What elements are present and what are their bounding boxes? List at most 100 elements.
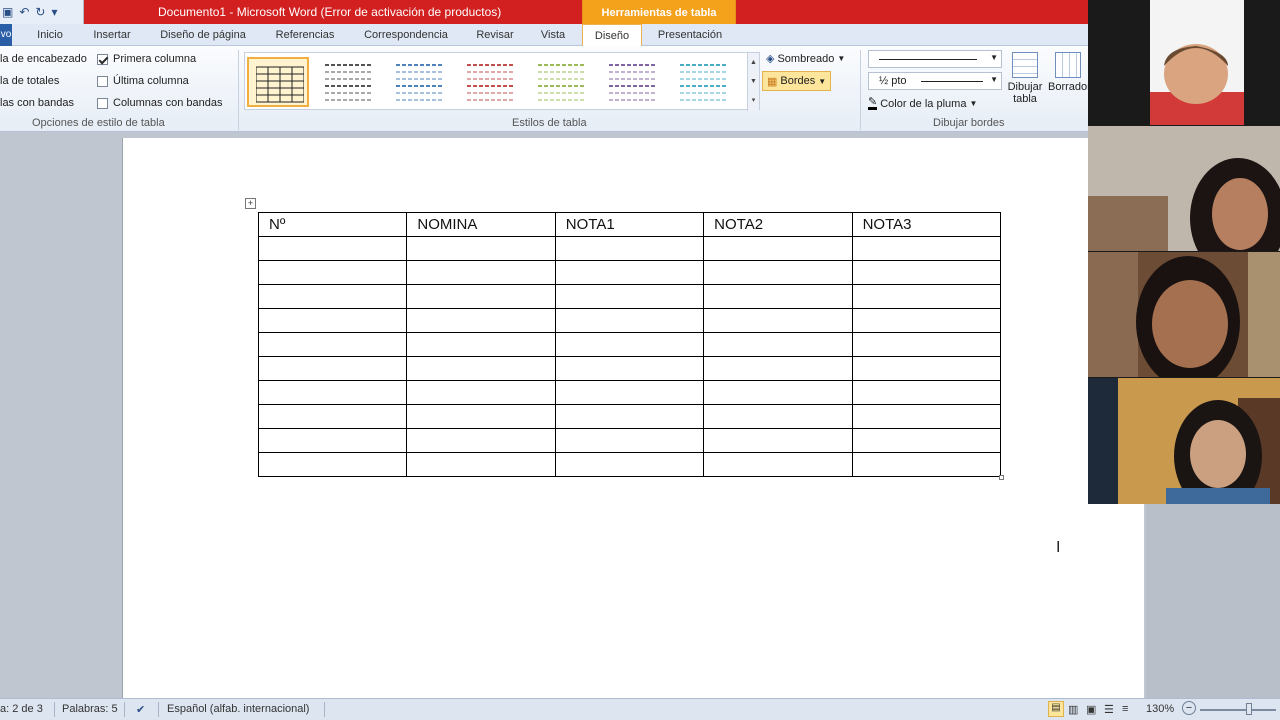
table-cell[interactable] (703, 452, 853, 477)
tab-presentacion[interactable]: Presentación (648, 24, 732, 46)
tab-correspondencia[interactable]: Correspondencia (354, 24, 458, 46)
option-total-row[interactable]: la de totales (0, 75, 59, 87)
table-header-cell[interactable]: Nº (257, 212, 408, 237)
table-cell[interactable] (851, 236, 1002, 261)
scroll-up-icon[interactable]: ▲ (748, 53, 759, 72)
table-cell[interactable] (703, 380, 853, 405)
table-cell[interactable] (554, 308, 705, 333)
tab-inicio[interactable]: Inicio (28, 24, 72, 46)
table-cell[interactable] (703, 308, 853, 333)
participant-video-1[interactable] (1088, 0, 1280, 125)
table-cell[interactable] (257, 284, 408, 309)
table-cell[interactable] (406, 428, 556, 453)
line-style-select[interactable]: ▼ (868, 50, 1002, 68)
zoom-slider-thumb[interactable] (1246, 703, 1252, 715)
table-cell[interactable] (406, 332, 556, 357)
table-style-5[interactable] (531, 57, 593, 107)
table-cell[interactable] (851, 356, 1002, 381)
page-indicator[interactable]: a: 2 de 3 (0, 703, 43, 715)
table-cell[interactable] (406, 452, 556, 477)
table-cell[interactable] (554, 236, 705, 261)
banded-columns-checkbox[interactable] (97, 97, 108, 109)
tab-referencias[interactable]: Referencias (268, 24, 342, 46)
table-cell[interactable] (851, 452, 1002, 477)
tab-insertar[interactable]: Insertar (84, 24, 140, 46)
table-cell[interactable] (554, 356, 705, 381)
table-cell[interactable] (554, 452, 705, 477)
table-cell[interactable] (554, 332, 705, 357)
table-cell[interactable] (257, 308, 408, 333)
table-style-2[interactable] (318, 57, 380, 107)
table-cell[interactable] (851, 332, 1002, 357)
zoom-slider[interactable] (1200, 709, 1276, 711)
borders-button[interactable]: ▦ Bordes ▼ (762, 71, 832, 91)
print-layout-icon[interactable]: ▤ (1048, 701, 1064, 717)
table-cell[interactable] (257, 260, 408, 285)
table-header-cell[interactable]: NOTA2 (703, 212, 853, 237)
table-cell[interactable] (554, 284, 705, 309)
table-cell[interactable] (703, 428, 853, 453)
table-cell[interactable] (851, 380, 1002, 405)
table-cell[interactable] (703, 260, 853, 285)
tab-revisar[interactable]: Revisar (468, 24, 522, 46)
table-cell[interactable] (554, 380, 705, 405)
participant-video-4[interactable] (1088, 378, 1280, 504)
table-cell[interactable] (406, 308, 556, 333)
web-layout-icon[interactable]: ▣ (1086, 703, 1096, 716)
table-header-cell[interactable]: NOTA1 (554, 212, 705, 237)
undo-icon[interactable]: ↶ (19, 5, 29, 19)
table-cell[interactable] (257, 428, 408, 453)
table-cell[interactable] (406, 260, 556, 285)
table-cell[interactable] (703, 404, 853, 429)
table-style-7[interactable] (673, 57, 735, 107)
redo-icon[interactable]: ↻ (35, 5, 45, 19)
table-cell[interactable] (406, 404, 556, 429)
grades-table[interactable]: Nº NOMINA NOTA1 NOTA2 NOTA3 (257, 212, 1002, 477)
customize-qat-icon[interactable]: ▾ (51, 5, 57, 19)
table-header-cell[interactable]: NOTA3 (851, 212, 1002, 237)
last-column-checkbox[interactable] (97, 75, 108, 87)
tab-diseno[interactable]: Diseño (582, 24, 642, 47)
table-cell[interactable] (851, 404, 1002, 429)
table-resize-handle[interactable] (999, 475, 1004, 480)
table-style-6[interactable] (602, 57, 664, 107)
language-indicator[interactable]: Español (alfab. internacional) (167, 703, 309, 715)
scroll-down-icon[interactable]: ▼ (748, 72, 759, 91)
table-cell[interactable] (406, 356, 556, 381)
table-cell[interactable] (703, 332, 853, 357)
table-cell[interactable] (554, 260, 705, 285)
option-first-column[interactable]: Primera columna (97, 53, 196, 65)
shading-button[interactable]: ◈ Sombreado ▼ (766, 52, 845, 66)
table-style-grid[interactable] (247, 57, 309, 107)
proofing-icon[interactable]: ✔ (136, 703, 145, 716)
table-cell[interactable] (703, 356, 853, 381)
zoom-level[interactable]: 130% (1146, 703, 1174, 715)
option-header-row[interactable]: la de encabezado (0, 53, 87, 65)
table-cell[interactable] (257, 404, 408, 429)
table-cell[interactable] (851, 284, 1002, 309)
option-last-column[interactable]: Última columna (97, 75, 189, 87)
tab-vista[interactable]: Vista (532, 24, 574, 46)
table-cell[interactable] (851, 428, 1002, 453)
outline-icon[interactable]: ☰ (1104, 703, 1114, 716)
tab-diseno-pagina[interactable]: Diseño de página (150, 24, 256, 46)
option-banded-columns[interactable]: Columnas con bandas (97, 97, 222, 109)
option-banded-rows[interactable]: las con bandas (0, 97, 74, 109)
pen-color-button[interactable]: ✎ Color de la pluma ▼ (868, 97, 977, 110)
table-cell[interactable] (406, 236, 556, 261)
participant-video-2[interactable] (1088, 126, 1280, 251)
first-column-checkbox[interactable] (97, 53, 108, 65)
zoom-out-icon[interactable]: − (1182, 701, 1196, 715)
table-cell[interactable] (406, 380, 556, 405)
full-screen-reading-icon[interactable]: ▥ (1068, 703, 1078, 716)
table-style-4[interactable] (460, 57, 522, 107)
table-cell[interactable] (554, 428, 705, 453)
table-cell[interactable] (257, 380, 408, 405)
table-move-handle-icon[interactable]: + (245, 198, 256, 209)
participant-video-3[interactable] (1088, 252, 1280, 377)
eraser-button[interactable]: Borrador (1048, 52, 1088, 93)
line-weight-select[interactable]: ½ pto ▼ (868, 72, 1002, 90)
table-cell[interactable] (554, 404, 705, 429)
table-cell[interactable] (703, 236, 853, 261)
table-cell[interactable] (851, 308, 1002, 333)
